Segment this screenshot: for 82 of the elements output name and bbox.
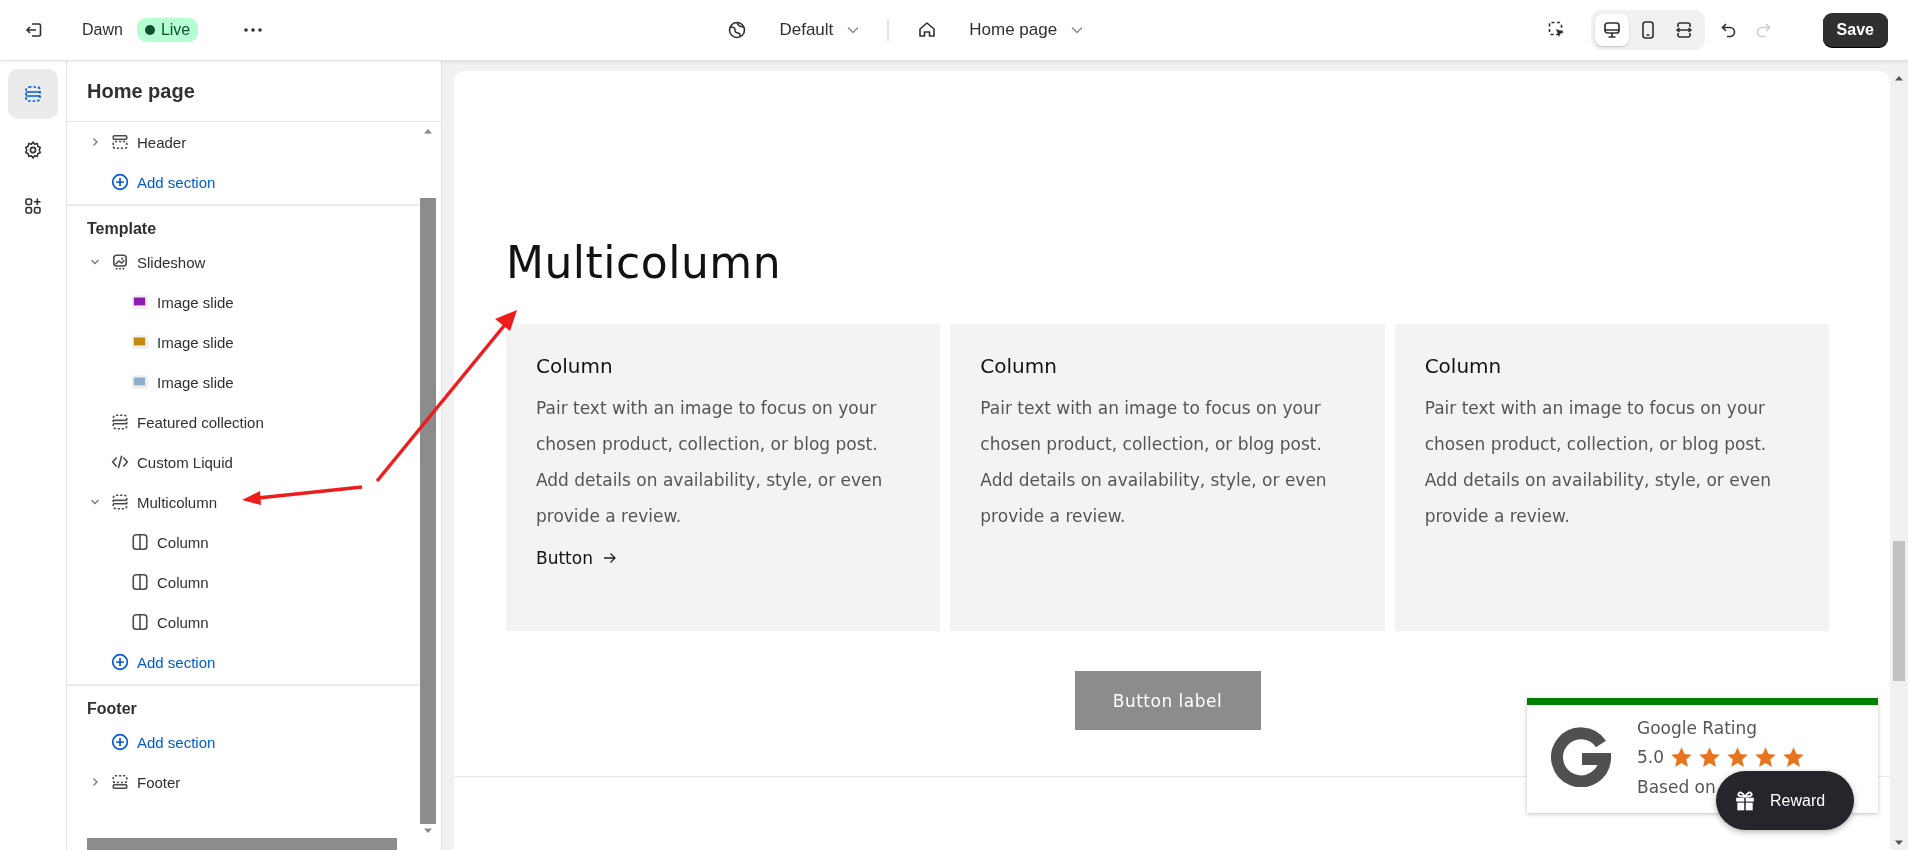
sections-button[interactable] bbox=[8, 69, 58, 119]
section-item[interactable]: Slideshow bbox=[137, 253, 206, 271]
add-section-link[interactable]: Add section bbox=[67, 162, 419, 202]
arrow-icon bbox=[602, 552, 617, 564]
rating-score: 5.0 bbox=[1637, 747, 1665, 767]
scroll-down-icon[interactable] bbox=[423, 828, 433, 834]
block-item[interactable]: Column bbox=[157, 613, 209, 631]
scroll-down-icon[interactable] bbox=[1894, 840, 1904, 846]
thumbnail-icon bbox=[131, 333, 149, 351]
add-section-link[interactable]: Add section bbox=[67, 642, 419, 682]
apps-icon bbox=[23, 196, 43, 216]
column-icon bbox=[131, 533, 149, 551]
status-badge: Live bbox=[136, 18, 199, 42]
scrollbar-thumb[interactable] bbox=[1893, 541, 1905, 681]
section-icon bbox=[111, 413, 129, 431]
section-item[interactable]: Footer bbox=[137, 773, 181, 791]
section-icon bbox=[111, 493, 129, 511]
column-title: Column bbox=[536, 354, 614, 378]
star-icon bbox=[1726, 745, 1750, 769]
settings-icon bbox=[23, 140, 43, 160]
section-item[interactable]: Header bbox=[137, 133, 187, 151]
page-menu[interactable]: Home page bbox=[911, 16, 1090, 44]
column-icon bbox=[131, 613, 149, 631]
rating-title: Google Rating bbox=[1637, 717, 1759, 738]
section-item[interactable]: Featured collection bbox=[137, 413, 264, 431]
add-icon bbox=[111, 733, 129, 751]
expand-width-icon bbox=[1673, 20, 1694, 40]
thumbnail-icon bbox=[131, 293, 149, 311]
add-section-link[interactable]: Add section bbox=[67, 722, 419, 762]
column-icon bbox=[131, 573, 149, 591]
more-icon[interactable] bbox=[244, 28, 263, 32]
save-button[interactable]: Save bbox=[1822, 13, 1888, 47]
exit-icon[interactable] bbox=[24, 20, 44, 40]
panel-title: Home page bbox=[87, 79, 195, 103]
scrollbar-thumb[interactable] bbox=[420, 198, 436, 824]
section-item[interactable]: Custom Liquid bbox=[137, 453, 233, 471]
column-text: Pair text with an image to focus on your chosen product, collection, or blog post. Add details on availability, style, or even provide a review. bbox=[536, 397, 884, 528]
footer-section-icon bbox=[111, 773, 129, 791]
block-item[interactable]: Column bbox=[157, 533, 209, 551]
block-item[interactable]: Image slide bbox=[157, 293, 234, 311]
rating-caption: Based on bbox=[1637, 776, 1716, 797]
gift-icon bbox=[1734, 789, 1756, 812]
star-icon bbox=[1698, 745, 1722, 769]
block-item[interactable]: Image slide bbox=[157, 333, 234, 351]
thumbnail-icon bbox=[131, 373, 149, 391]
globe-icon bbox=[727, 20, 748, 40]
reward-button[interactable]: Reward bbox=[1716, 771, 1854, 830]
column-title: Column bbox=[980, 354, 1058, 378]
star-icon bbox=[1670, 745, 1694, 769]
chevron-down-icon bbox=[1071, 26, 1084, 34]
chevron-down-icon[interactable] bbox=[90, 257, 100, 267]
code-icon bbox=[111, 453, 129, 471]
star-icon bbox=[1754, 745, 1778, 769]
column-text: Pair text with an image to focus on your chosen product, collection, or blog post. Add details on availability, style, or even provide a review. bbox=[980, 397, 1328, 528]
star-icon bbox=[1782, 745, 1806, 769]
sections-icon bbox=[23, 84, 43, 104]
column-text: Pair text with an image to focus on your chosen product, collection, or blog post. Add details on availability, style, or even provide a review. bbox=[1424, 397, 1772, 528]
image-icon bbox=[111, 253, 129, 271]
theme-name: Dawn bbox=[82, 21, 123, 39]
desktop-view-button[interactable] bbox=[1594, 14, 1629, 46]
add-icon bbox=[111, 653, 129, 671]
chevron-down-icon bbox=[847, 26, 860, 34]
scrollbar-thumb[interactable] bbox=[87, 838, 397, 850]
g-logo-icon bbox=[1551, 727, 1611, 787]
add-icon bbox=[111, 173, 129, 191]
chevron-right-icon[interactable] bbox=[90, 777, 100, 787]
chevron-down-icon[interactable] bbox=[90, 497, 100, 507]
section-heading: Multicolumn bbox=[506, 237, 783, 288]
group-heading: Template bbox=[86, 219, 158, 239]
theme-menu[interactable]: Default bbox=[721, 16, 866, 44]
chevron-right-icon[interactable] bbox=[90, 137, 100, 147]
column-title: Column bbox=[1424, 354, 1503, 378]
desktop-icon bbox=[1601, 20, 1622, 40]
header-section-icon bbox=[111, 133, 129, 151]
block-item[interactable]: Column bbox=[157, 573, 209, 591]
scroll-up-icon[interactable] bbox=[1894, 75, 1904, 81]
column-link[interactable]: Button bbox=[536, 548, 617, 568]
group-heading: Footer bbox=[86, 699, 138, 719]
scroll-up-icon[interactable] bbox=[423, 128, 433, 134]
section-item[interactable]: Multicolumn bbox=[137, 493, 218, 511]
block-item[interactable]: Image slide bbox=[157, 373, 234, 391]
home-icon bbox=[917, 20, 938, 40]
